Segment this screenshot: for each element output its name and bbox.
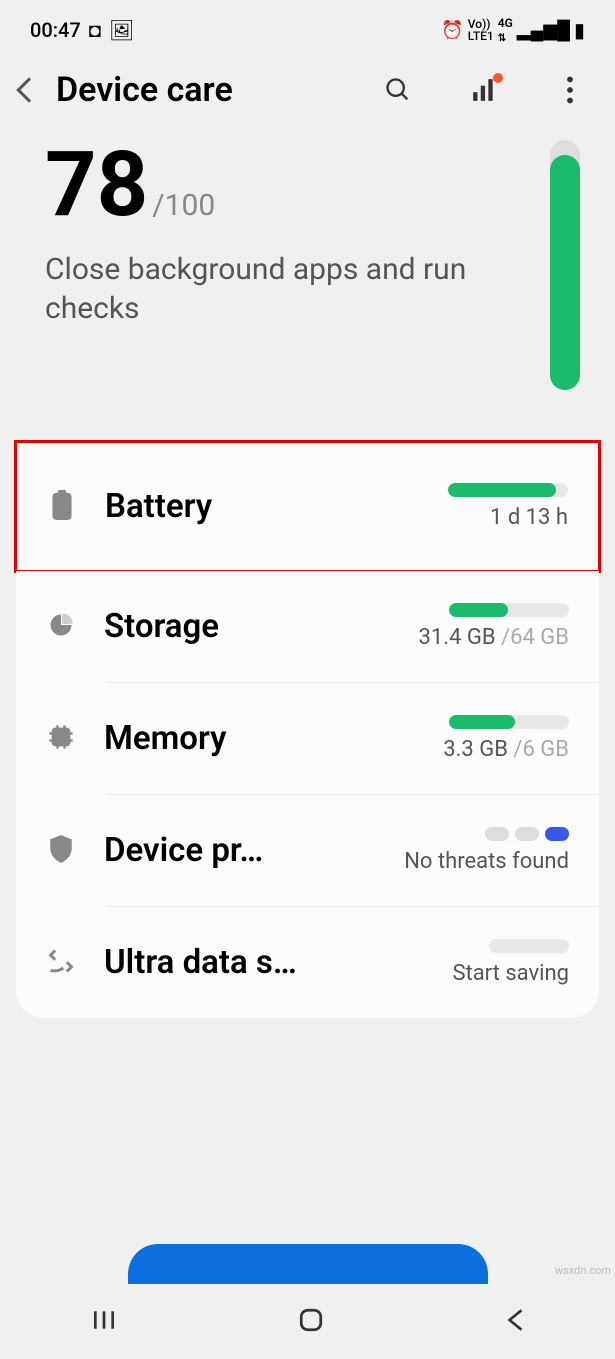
network-type: 4G⇅ — [498, 16, 513, 44]
nav-back-button[interactable] — [505, 1307, 525, 1337]
chart-button[interactable] — [469, 77, 499, 103]
score-max: /100 — [152, 188, 215, 223]
data-saving-label: Ultra data s… — [104, 943, 424, 982]
system-navbar — [0, 1284, 615, 1359]
battery-row[interactable]: Battery 1 d 13 h — [17, 443, 598, 570]
score-value: 78 — [45, 132, 148, 237]
score-bar — [550, 140, 580, 390]
battery-label: Battery — [105, 487, 420, 526]
battery-bar — [448, 483, 568, 497]
header: Device care — [0, 50, 615, 140]
score-section: 78 /100 Close background apps and run ch… — [0, 140, 615, 440]
security-label: Device pr… — [104, 831, 376, 870]
data-bar — [489, 939, 569, 953]
clock: 00:47 — [30, 18, 81, 42]
storage-row[interactable]: Storage 31.4 GB /64 GB — [16, 571, 599, 682]
signal-icon: ▂▄▆█ — [517, 20, 570, 41]
optimize-button[interactable] — [128, 1244, 488, 1284]
battery-icon: ▮ — [574, 18, 585, 42]
back-button[interactable] — [20, 81, 38, 99]
memory-value: 3.3 GB /6 GB — [443, 737, 569, 762]
storage-label: Storage — [104, 607, 391, 646]
shield-icon — [46, 834, 76, 868]
storage-value: 31.4 GB /64 GB — [419, 625, 569, 650]
memory-bar — [449, 715, 569, 729]
storage-bar — [449, 603, 569, 617]
alarm-icon: ⏰ — [441, 20, 463, 41]
battery-value: 1 d 13 h — [448, 505, 568, 530]
score-fill — [550, 155, 580, 390]
security-row[interactable]: Device pr… No threats found — [16, 795, 599, 906]
highlight-box: Battery 1 d 13 h — [14, 440, 601, 573]
storage-icon — [46, 611, 76, 643]
data-saving-value: Start saving — [452, 961, 569, 986]
memory-label: Memory — [104, 719, 415, 758]
notif-icon: ◘ — [89, 18, 101, 43]
home-button[interactable] — [298, 1307, 324, 1337]
score-subtitle: Close background apps and run checks — [45, 250, 530, 328]
image-icon: 🖼 — [109, 18, 134, 42]
status-bar: 00:47 ◘ 🖼 ⏰ Vo)) LTE1 4G⇅ ▂▄▆█ ▮ — [0, 0, 615, 50]
search-button[interactable] — [383, 76, 413, 104]
data-saving-icon — [46, 947, 76, 979]
page-title: Device care — [56, 70, 365, 110]
more-button[interactable] — [555, 76, 585, 104]
data-saving-row[interactable]: Ultra data s… Start saving — [16, 907, 599, 1018]
battery-row-icon — [47, 490, 77, 524]
memory-icon — [46, 723, 76, 755]
device-care-list: Storage 31.4 GB /64 GB Memory 3.3 GB /6 … — [16, 571, 599, 1018]
recents-button[interactable] — [91, 1307, 117, 1337]
security-dots — [404, 827, 569, 841]
watermark: wsxdn.com — [555, 1264, 611, 1277]
memory-row[interactable]: Memory 3.3 GB /6 GB — [16, 683, 599, 794]
security-value: No threats found — [404, 849, 569, 874]
lte-icon: LTE1 — [468, 29, 494, 43]
